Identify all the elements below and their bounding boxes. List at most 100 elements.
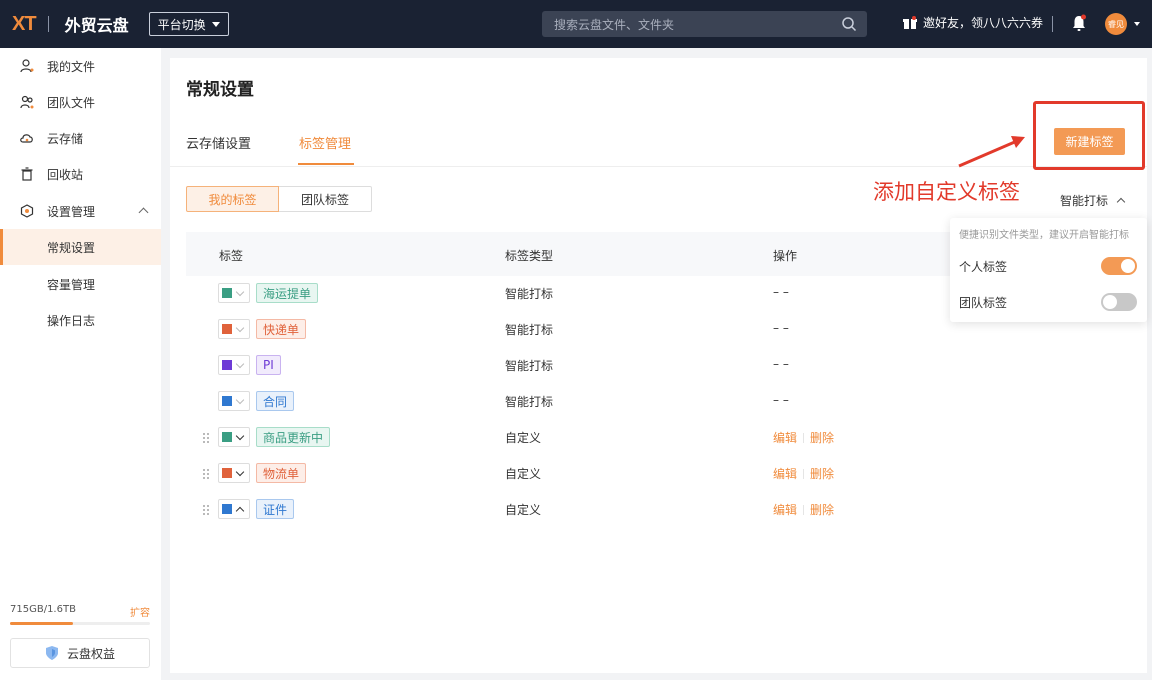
edit-link[interactable]: 编辑 [773, 429, 797, 446]
search-icon[interactable] [841, 16, 857, 32]
tag-type-cell: 自定义 [505, 503, 542, 517]
user-file-icon [20, 59, 34, 73]
sidebar-item-operation-log[interactable]: 操作日志 [0, 302, 161, 338]
tag-color-picker [218, 319, 250, 339]
sidebar-item-label: 团队文件 [47, 95, 96, 110]
tag-chip: 物流单 [256, 463, 307, 483]
chevron-up-icon[interactable] [138, 207, 149, 218]
chevron-down-icon [235, 467, 245, 477]
sidebar-item-my-files[interactable]: 我的文件 [0, 48, 161, 84]
smart-tagging-label: 智能打标 [1060, 194, 1109, 208]
color-swatch [222, 468, 232, 478]
chevron-down-icon [235, 359, 245, 369]
segment-my-tags[interactable]: 我的标签 [186, 186, 279, 212]
expand-storage-link[interactable]: 扩容 [130, 604, 150, 619]
team-tags-switch[interactable] [1101, 293, 1137, 311]
chevron-down-icon [235, 395, 245, 405]
sidebar-item-label: 我的文件 [47, 59, 96, 74]
popover-hint: 便捷识别文件类型，建议开启智能打标 [959, 230, 1129, 241]
shield-icon [45, 646, 58, 660]
cloud-icon [20, 134, 33, 143]
tag-type-cell: 自定义 [505, 431, 542, 445]
color-swatch [222, 432, 232, 442]
active-tab-indicator [298, 163, 354, 165]
column-header-actions: 操作 [773, 249, 798, 263]
action-divider [803, 468, 805, 479]
chevron-down-icon [235, 323, 245, 333]
logo-divider [47, 16, 49, 32]
tag-chip: 合同 [256, 391, 295, 411]
platform-switch-button[interactable]: 平台切换 [148, 12, 229, 36]
tag-type-cell: 智能打标 [505, 359, 554, 373]
drag-handle-icon[interactable] [202, 504, 210, 516]
delete-link[interactable]: 删除 [810, 465, 834, 482]
gift-icon [903, 15, 917, 29]
chevron-up-icon [1116, 197, 1126, 207]
invite-text: 邀好友，领八八六六券 [923, 16, 1044, 30]
tab-tag-management[interactable]: 标签管理 [299, 133, 351, 152]
sidebar-item-label: 操作日志 [47, 313, 96, 328]
tag-color-picker [218, 391, 250, 411]
edit-link[interactable]: 编辑 [773, 501, 797, 518]
sidebar-item-label: 云存储 [47, 131, 84, 146]
color-swatch [222, 324, 232, 334]
search-input[interactable]: 搜索云盘文件、文件夹 [542, 11, 867, 37]
tag-color-picker[interactable] [218, 427, 250, 447]
tag-chip: PI [256, 355, 281, 375]
drag-handle-icon[interactable] [202, 432, 210, 444]
tag-color-picker [218, 355, 250, 375]
header-divider [1052, 16, 1053, 32]
delete-link[interactable]: 删除 [810, 501, 834, 518]
color-swatch [222, 396, 232, 406]
tab-cloud-storage-settings[interactable]: 云存储设置 [186, 133, 251, 152]
chevron-down-icon [235, 431, 245, 441]
team-tags-label: 团队标签 [959, 296, 1008, 310]
platform-switch-label: 平台切换 [157, 17, 206, 32]
storage-progress-bar [10, 622, 150, 625]
table-header: 标签 标签类型 操作 [186, 232, 966, 276]
sidebar-item-recycle-bin[interactable]: 回收站 [0, 156, 161, 192]
bell-icon[interactable] [1071, 14, 1087, 32]
sidebar-item-general-settings[interactable]: 常规设置 [0, 229, 161, 265]
trash-icon [21, 167, 33, 181]
sidebar-item-label: 常规设置 [47, 240, 96, 255]
tag-scope-segmented-control: 我的标签 团队标签 [186, 186, 372, 212]
no-action-text: – – [773, 357, 789, 371]
personal-tags-switch[interactable] [1101, 257, 1137, 275]
tag-chip: 证件 [256, 499, 295, 519]
tag-chip: 商品更新中 [256, 427, 331, 447]
tag-color-picker [218, 283, 250, 303]
cloud-benefits-button[interactable]: 云盘权益 [10, 638, 150, 668]
tag-type-cell: 智能打标 [505, 323, 554, 337]
sidebar-item-label: 设置管理 [47, 204, 96, 219]
edit-link[interactable]: 编辑 [773, 465, 797, 482]
segment-team-tags[interactable]: 团队标签 [279, 186, 372, 212]
tag-type-cell: 智能打标 [505, 395, 554, 409]
sidebar: 我的文件 团队文件 云存储 回收站 设置管理 常规设置 容量管理 操作日志 71… [0, 48, 161, 680]
sidebar-item-cloud-storage[interactable]: 云存储 [0, 120, 161, 156]
annotation-text: 添加自定义标签 [873, 180, 1020, 204]
new-tag-button[interactable]: 新建标签 [1054, 128, 1125, 155]
team-file-icon [20, 95, 34, 109]
tag-type-cell: 智能打标 [505, 287, 554, 301]
avatar[interactable]: 睿见 [1105, 13, 1127, 35]
page-title: 常规设置 [186, 80, 254, 100]
chevron-down-icon [235, 287, 245, 297]
tag-chip: 海运提单 [256, 283, 319, 303]
settings-icon [20, 204, 34, 218]
smart-tagging-toggle[interactable]: 智能打标 [1060, 192, 1126, 209]
drag-handle-icon[interactable] [202, 468, 210, 480]
tag-color-picker[interactable] [218, 499, 250, 519]
invite-friends-link[interactable]: 邀好友，领八八六六券 [903, 14, 1043, 31]
tag-color-picker[interactable] [218, 463, 250, 483]
actions-cell: 编辑 删除 [773, 501, 834, 518]
avatar-caret-icon[interactable] [1134, 22, 1140, 26]
app-logo[interactable]: XT [12, 13, 37, 36]
delete-link[interactable]: 删除 [810, 429, 834, 446]
table-row: PI 智能打标 – – [186, 347, 946, 383]
sidebar-item-team-files[interactable]: 团队文件 [0, 84, 161, 120]
sidebar-item-capacity[interactable]: 容量管理 [0, 266, 161, 302]
annotation-arrow-icon [958, 136, 1025, 168]
action-divider [803, 504, 805, 515]
sidebar-item-settings[interactable]: 设置管理 [0, 193, 161, 229]
